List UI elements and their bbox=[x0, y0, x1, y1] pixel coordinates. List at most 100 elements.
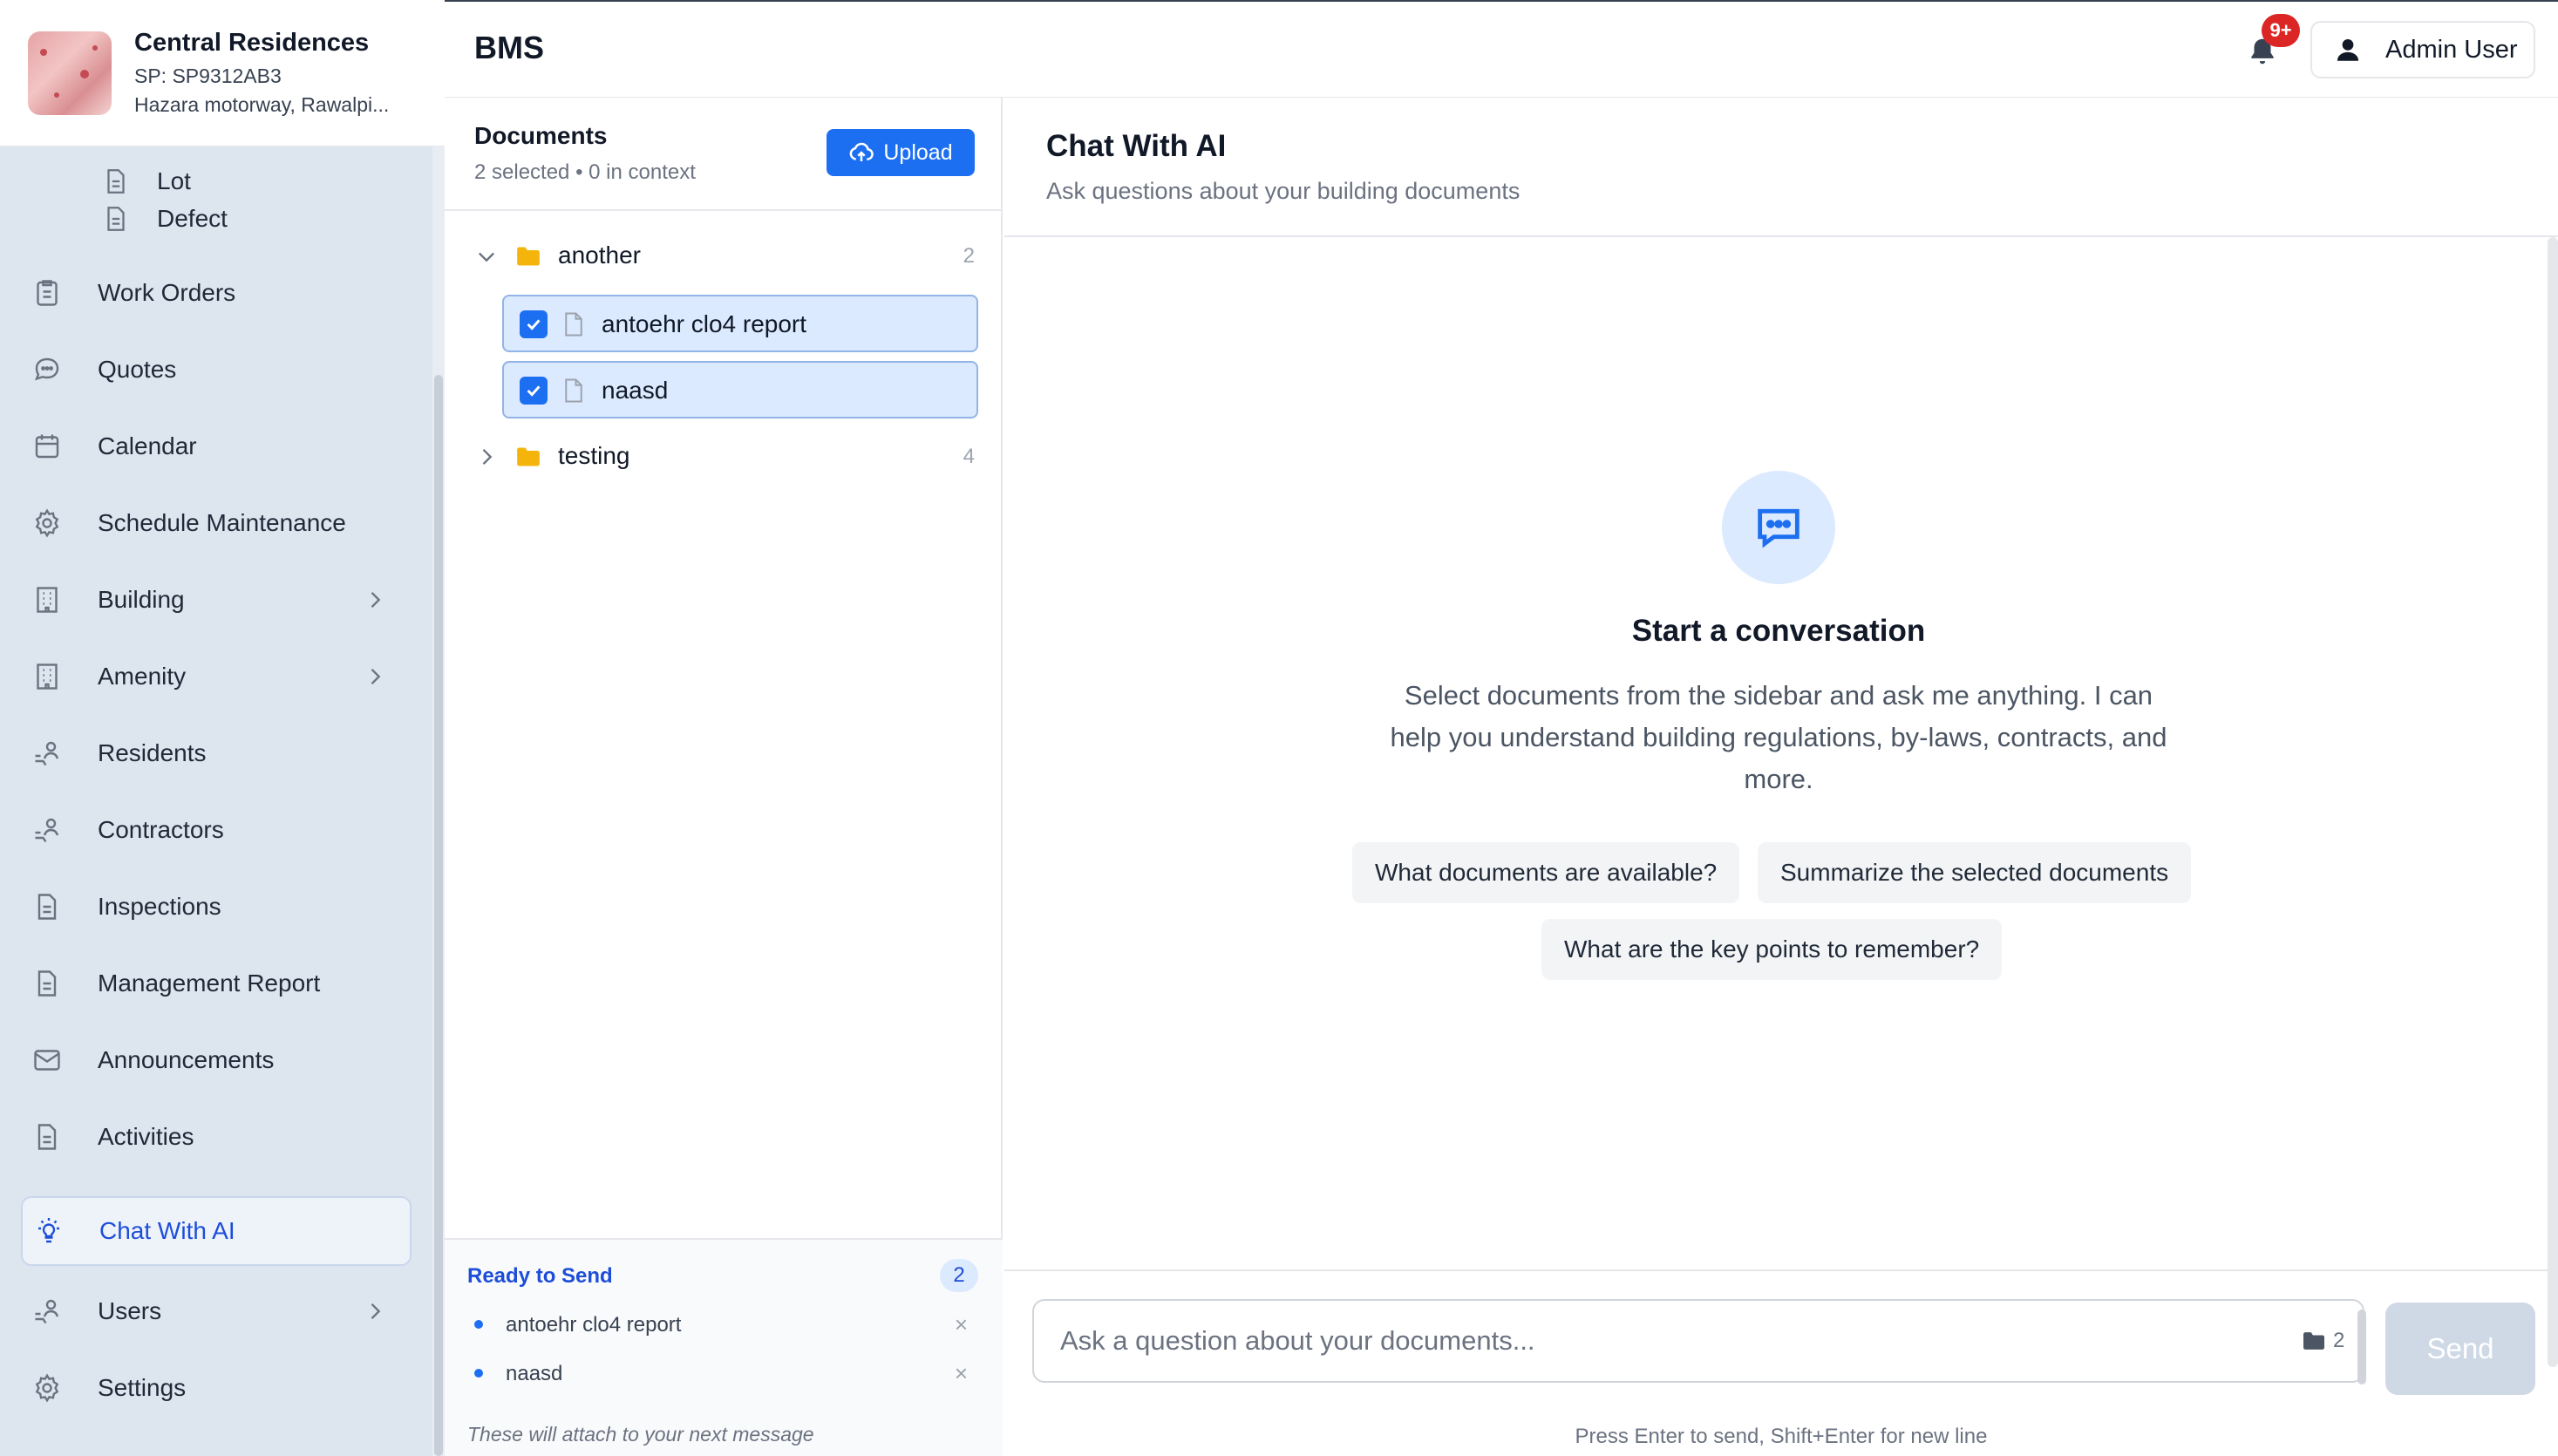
sidebar-scrollbar-thumb[interactable] bbox=[434, 375, 443, 1456]
chevron-right-icon[interactable] bbox=[474, 445, 499, 469]
documents-selection-meta: 2 selected • 0 in context bbox=[474, 160, 696, 184]
remove-icon[interactable]: × bbox=[955, 1311, 968, 1338]
file-row[interactable]: naasd bbox=[502, 361, 978, 418]
sidebar-item-quotes[interactable]: Quotes bbox=[21, 335, 412, 405]
folder-icon bbox=[517, 447, 540, 466]
suggestion-button[interactable]: What are the key points to remember? bbox=[1541, 919, 2003, 980]
sidebar-item-label: Activities bbox=[98, 1123, 194, 1150]
chat-message-input[interactable] bbox=[1032, 1299, 2364, 1383]
notification-badge[interactable]: 9+ bbox=[2262, 14, 2300, 47]
mail-icon bbox=[34, 1050, 60, 1071]
user-name: Admin User bbox=[2385, 35, 2518, 64]
sidebar-item-label: Residents bbox=[98, 739, 207, 766]
sidebar-item-schedule-maintenance[interactable]: Schedule Maintenance bbox=[21, 488, 412, 558]
sidebar-item-label: Quotes bbox=[98, 356, 177, 383]
sidebar-item-chat-with-ai[interactable]: Chat With AI bbox=[21, 1196, 412, 1266]
check-icon bbox=[527, 319, 541, 330]
sidebar-item-inspections[interactable]: Inspections bbox=[21, 872, 412, 942]
sidebar-item-defect[interactable]: Defect bbox=[21, 184, 412, 254]
sidebar-item-label: Amenity bbox=[98, 663, 187, 690]
file-icon bbox=[565, 312, 582, 337]
remove-icon[interactable]: × bbox=[955, 1360, 968, 1387]
building-switcher[interactable]: Central Residences SP: SP9312AB3 Hazara … bbox=[0, 0, 445, 146]
sidebar-item-label: Inspections bbox=[98, 893, 221, 920]
bullet-dot bbox=[474, 1320, 483, 1329]
chat-scrollbar[interactable] bbox=[2548, 237, 2558, 1367]
file-name: naasd bbox=[602, 377, 669, 404]
file-checkbox[interactable] bbox=[520, 310, 548, 338]
file-row[interactable]: antoehr clo4 report bbox=[502, 295, 978, 352]
gear-icon bbox=[35, 508, 59, 538]
folder-row-testing[interactable]: testing 4 bbox=[445, 431, 1003, 483]
suggestion-button[interactable]: Summarize the selected documents bbox=[1758, 842, 2192, 903]
building-address: Hazara motorway, Rawalpi... bbox=[134, 93, 390, 116]
people-icon bbox=[35, 818, 59, 843]
cloud-upload-icon bbox=[850, 142, 874, 161]
building-name: Central Residences bbox=[134, 29, 370, 57]
check-icon bbox=[527, 385, 541, 397]
sidebar-item-label: Chat With AI bbox=[99, 1217, 235, 1244]
ready-count-badge: 2 bbox=[940, 1259, 978, 1292]
sidebar-item-settings[interactable]: Settings bbox=[21, 1353, 412, 1423]
folder-count: 4 bbox=[963, 445, 975, 468]
ready-to-send-title: Ready to Send bbox=[467, 1264, 613, 1288]
sidebar-item-amenity[interactable]: Amenity bbox=[21, 642, 412, 711]
sidebar: Central Residences SP: SP9312AB3 Hazara … bbox=[0, 0, 445, 1456]
sidebar-item-residents[interactable]: Residents bbox=[21, 718, 412, 788]
sidebar-item-announcements[interactable]: Announcements bbox=[21, 1025, 412, 1095]
upload-button[interactable]: Upload bbox=[827, 129, 975, 176]
documents-panel: Documents 2 selected • 0 in context Uplo… bbox=[445, 98, 1003, 1456]
calendar-icon bbox=[35, 434, 59, 459]
folder-row-another[interactable]: another 2 bbox=[445, 230, 1003, 282]
sidebar-item-label: Work Orders bbox=[98, 279, 236, 306]
user-menu-button[interactable]: Admin User bbox=[2310, 21, 2535, 78]
input-scrollbar[interactable] bbox=[2357, 1310, 2366, 1385]
gear-icon bbox=[35, 1373, 59, 1403]
sidebar-item-label: Schedule Maintenance bbox=[98, 509, 346, 536]
suggestion-button[interactable]: What documents are available? bbox=[1352, 842, 1740, 903]
building-sp: SP: SP9312AB3 bbox=[134, 65, 282, 87]
composer-hint: Press Enter to send, Shift+Enter for new… bbox=[1575, 1425, 1988, 1448]
people-icon bbox=[35, 741, 59, 766]
sidebar-item-users[interactable]: Users bbox=[21, 1276, 412, 1346]
folder-name: testing bbox=[558, 442, 630, 469]
file-checkbox[interactable] bbox=[520, 377, 548, 405]
building-icon bbox=[37, 663, 58, 690]
clipboard-icon bbox=[37, 280, 58, 306]
lightbulb-icon bbox=[38, 1218, 59, 1243]
sidebar-item-management-report[interactable]: Management Report bbox=[21, 949, 412, 1018]
ready-to-send-panel: Ready to Send 2 antoehr clo4 report × na… bbox=[445, 1238, 1003, 1456]
building-thumbnail bbox=[28, 31, 112, 115]
chat-title: Chat With AI bbox=[1046, 129, 1227, 163]
sidebar-item-label: Announcements bbox=[98, 1046, 275, 1073]
sidebar-item-contractors[interactable]: Contractors bbox=[21, 795, 412, 865]
sidebar-item-activities[interactable]: Activities bbox=[21, 1102, 412, 1172]
sidebar-item-label: Users bbox=[98, 1297, 162, 1324]
chat-panel: Chat With AI Ask questions about your bu… bbox=[1004, 98, 2558, 1456]
bullet-dot bbox=[474, 1369, 483, 1378]
folder-icon bbox=[2303, 1332, 2324, 1350]
chat-header: Chat With AI Ask questions about your bu… bbox=[1004, 98, 2558, 237]
document-icon bbox=[107, 207, 125, 231]
sidebar-item-label: Settings bbox=[98, 1374, 187, 1401]
send-button[interactable]: Send bbox=[2385, 1303, 2535, 1395]
app-title: BMS bbox=[474, 30, 544, 65]
empty-state-title: Start a conversation bbox=[1631, 614, 1926, 648]
sidebar-item-label: Building bbox=[98, 586, 185, 613]
attached-docs-indicator[interactable]: 2 bbox=[2302, 1329, 2344, 1353]
chevron-right-icon[interactable] bbox=[363, 588, 387, 612]
chat-subtitle: Ask questions about your building docume… bbox=[1046, 178, 1521, 204]
folder-icon bbox=[517, 247, 540, 266]
conversation-icon bbox=[1722, 471, 1835, 584]
ready-item: antoehr clo4 report × bbox=[474, 1308, 980, 1343]
sidebar-item-work-orders[interactable]: Work Orders bbox=[21, 258, 412, 328]
chevron-right-icon[interactable] bbox=[363, 1299, 387, 1323]
file-name: antoehr clo4 report bbox=[602, 310, 807, 337]
sidebar-item-building[interactable]: Building bbox=[21, 565, 412, 635]
chevron-right-icon[interactable] bbox=[363, 664, 387, 689]
chevron-down-icon[interactable] bbox=[474, 244, 499, 269]
sidebar-item-calendar[interactable]: Calendar bbox=[21, 412, 412, 481]
user-icon bbox=[2337, 38, 2359, 61]
ready-item-name: antoehr clo4 report bbox=[506, 1313, 682, 1337]
document-icon bbox=[37, 894, 57, 920]
